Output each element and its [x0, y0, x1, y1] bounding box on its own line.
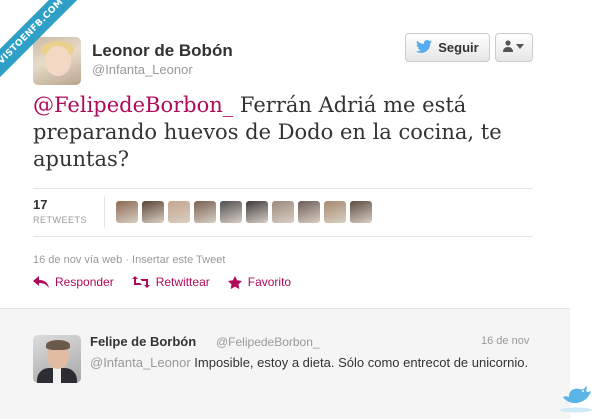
tweet-text: @FelipedeBorbon_ Ferrán Adriá me está pr… — [33, 92, 553, 173]
retweeter-avatar[interactable] — [168, 201, 190, 223]
retweeter-avatar[interactable] — [246, 201, 268, 223]
tweet-meta[interactable]: 16 de nov vía web · Insertar este Tweet — [33, 254, 225, 266]
favorite-button[interactable]: Favorito — [227, 275, 292, 289]
reply-mention-link[interactable]: @Infanta_Leonor — [90, 355, 191, 370]
retweeter-avatar[interactable] — [298, 201, 320, 223]
reply-icon — [33, 276, 49, 288]
retweeter-avatar[interactable] — [116, 201, 138, 223]
divider — [33, 188, 533, 189]
divider — [33, 236, 533, 237]
retweet-label: Retwittear — [155, 275, 210, 289]
reply-timestamp[interactable]: 16 de nov — [481, 335, 529, 347]
retweeter-avatar[interactable] — [194, 201, 216, 223]
user-name[interactable]: Leonor de Bobón — [92, 41, 233, 61]
retweeter-avatar[interactable] — [142, 201, 164, 223]
retweeter-avatar[interactable] — [272, 201, 294, 223]
reply-button[interactable]: Responder — [33, 275, 114, 289]
tweet-mention-link[interactable]: @FelipedeBorbon_ — [33, 93, 233, 117]
reply-avatar[interactable] — [33, 335, 81, 383]
follow-button[interactable]: Seguir — [405, 33, 490, 62]
user-icon — [503, 39, 525, 57]
follow-label: Seguir — [438, 40, 479, 55]
ribbon-text: VISTOENFB.COM — [0, 0, 80, 80]
user-actions-button[interactable] — [495, 33, 533, 62]
retweeter-avatars — [116, 201, 372, 223]
tweet-actions: Responder Retwittear Favorito — [33, 275, 291, 289]
divider — [104, 196, 105, 228]
retweets-label: RETWEETS — [33, 215, 88, 225]
retweeter-avatar[interactable] — [220, 201, 242, 223]
retweeter-avatar[interactable] — [324, 201, 346, 223]
retweet-button[interactable]: Retwittear — [131, 275, 210, 289]
site-ribbon: VISTOENFB.COM — [0, 0, 80, 80]
retweeter-avatar[interactable] — [350, 201, 372, 223]
reply-user-handle[interactable]: @FelipedeBorbon_ — [216, 335, 320, 349]
retweet-icon — [131, 276, 150, 288]
bird-logo-icon — [555, 383, 597, 413]
star-icon — [227, 275, 242, 289]
favorite-label: Favorito — [247, 275, 292, 289]
retweets-count[interactable]: 17 — [33, 197, 47, 212]
reply-text: @Infanta_Leonor Imposible, estoy a dieta… — [90, 354, 530, 372]
user-handle[interactable]: @Infanta_Leonor — [92, 62, 193, 77]
reply-body: Imposible, estoy a dieta. Sólo como entr… — [190, 355, 529, 370]
reply-user-name[interactable]: Felipe de Borbón — [90, 334, 196, 349]
twitter-bird-icon — [416, 39, 433, 56]
reply-label: Responder — [55, 275, 114, 289]
